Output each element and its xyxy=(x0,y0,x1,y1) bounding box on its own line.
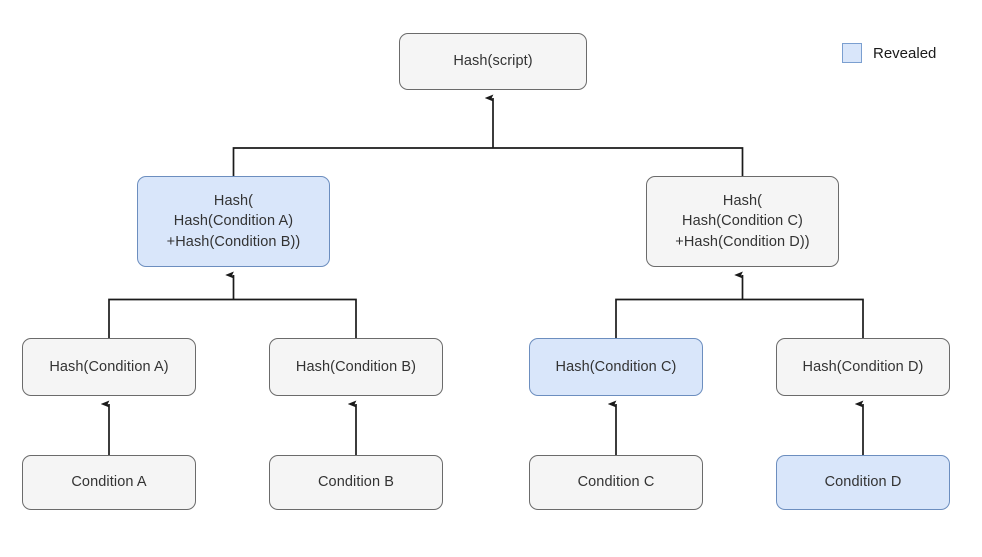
revealed-swatch-icon xyxy=(842,43,862,63)
node-hash-script[interactable]: Hash(script) xyxy=(399,33,587,90)
node-hash-cd[interactable]: Hash( Hash(Condition C) +Hash(Condition … xyxy=(646,176,839,267)
node-hash-condition-a[interactable]: Hash(Condition A) xyxy=(22,338,196,396)
node-hash-ab[interactable]: Hash( Hash(Condition A) +Hash(Condition … xyxy=(137,176,330,267)
edge-bus-root xyxy=(232,98,744,176)
node-hash-condition-c[interactable]: Hash(Condition C) xyxy=(529,338,703,396)
node-condition-c[interactable]: Condition C xyxy=(529,455,703,510)
edge-bus-branch-cd xyxy=(615,275,864,338)
legend-label: Revealed xyxy=(873,44,937,62)
node-condition-a[interactable]: Condition A xyxy=(22,455,196,510)
node-hash-condition-d[interactable]: Hash(Condition D) xyxy=(776,338,950,396)
node-condition-d[interactable]: Condition D xyxy=(776,455,950,510)
node-hash-condition-b[interactable]: Hash(Condition B) xyxy=(269,338,443,396)
legend: Revealed xyxy=(842,43,936,63)
edge-bus-branch-ab xyxy=(108,275,357,338)
merkle-tree-diagram: Hash(script) Hash( Hash(Condition A) +Has… xyxy=(0,0,982,557)
node-condition-b[interactable]: Condition B xyxy=(269,455,443,510)
